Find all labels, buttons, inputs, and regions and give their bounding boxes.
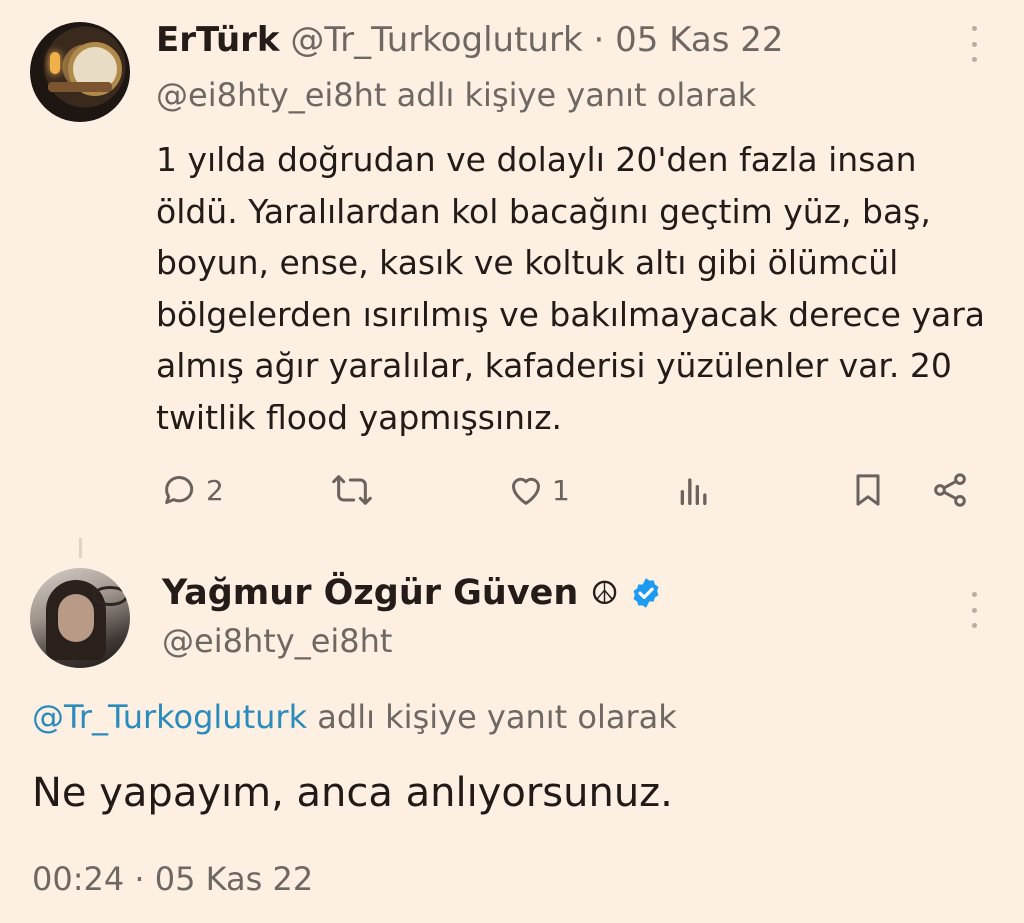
reply-to-handle-link[interactable]: @Tr_Turkogluturk — [32, 698, 307, 736]
avatar-eye-graphic — [92, 586, 128, 606]
reply-button[interactable]: 2 — [160, 466, 224, 514]
tweet-time: 00:24 — [32, 860, 125, 898]
tweet-1-header: ErTürk @Tr_Turkogluturk · 05 Kas 22 — [156, 18, 783, 62]
bookmark-button[interactable] — [848, 466, 888, 514]
peace-emoji: ☮ — [590, 574, 619, 612]
more-dot — [971, 57, 977, 62]
bookmark-icon — [856, 474, 880, 506]
more-dot — [971, 41, 977, 47]
retweet-button[interactable] — [330, 466, 380, 514]
share-button[interactable] — [930, 466, 970, 514]
avatar-face-graphic — [58, 594, 94, 642]
tweet-date: 05 Kas 22 — [154, 860, 314, 898]
avatar-pipe-graphic — [48, 82, 112, 92]
user-handle[interactable]: @Tr_Turkogluturk — [290, 20, 582, 60]
verified-badge-icon[interactable] — [629, 576, 663, 610]
views-icon — [680, 478, 707, 505]
more-icon[interactable] — [964, 592, 984, 628]
avatar-lamp-graphic — [50, 52, 60, 74]
more-dot — [971, 26, 977, 31]
like-count: 1 — [552, 473, 570, 507]
more-dot — [971, 607, 977, 613]
display-name[interactable]: Yağmur Özgür Güven — [162, 570, 578, 616]
tweet-action-bar: 2 1 — [0, 466, 1024, 514]
tweet-date[interactable]: 05 Kas 22 — [615, 20, 783, 60]
reply-icon — [165, 476, 194, 504]
separator-dot: · — [134, 860, 145, 898]
more-dot — [971, 623, 977, 628]
more-icon[interactable] — [964, 26, 984, 62]
avatar-ertürk[interactable] — [30, 22, 130, 122]
thread-connector-line — [79, 538, 82, 558]
tweet-text: Ne yapayım, anca anlıyorsunuz. — [32, 770, 673, 816]
reply-context: @Tr_Turkogluturk adlı kişiye yanıt olara… — [32, 696, 677, 738]
views-button[interactable] — [674, 466, 720, 514]
tweet-timestamp[interactable]: 00:24 · 05 Kas 22 — [32, 858, 313, 900]
avatar-yagmur[interactable] — [30, 568, 130, 668]
reply-to-suffix: adlı kişiye yanıt olarak — [317, 698, 677, 736]
tweet-2-name-row: Yağmur Özgür Güven ☮ — [162, 570, 663, 616]
reply-to-handle[interactable]: @ei8hty_ei8ht — [156, 76, 386, 114]
like-icon — [512, 477, 540, 505]
user-handle[interactable]: @ei8hty_ei8ht — [162, 620, 392, 662]
tweet-text: 1 yılda doğrudan ve dolaylı 20'den fazla… — [156, 140, 985, 437]
like-button[interactable]: 1 — [506, 466, 570, 514]
separator-dot: · — [593, 20, 605, 60]
more-dot — [971, 592, 977, 597]
share-icon — [934, 473, 966, 507]
retweet-icon — [332, 475, 372, 505]
reply-count: 2 — [206, 473, 224, 507]
reply-to-suffix: adlı kişiye yanıt olarak — [396, 76, 757, 114]
display-name[interactable]: ErTürk — [156, 20, 280, 60]
reply-context: @ei8hty_ei8ht adlı kişiye yanıt olarak — [156, 74, 756, 116]
